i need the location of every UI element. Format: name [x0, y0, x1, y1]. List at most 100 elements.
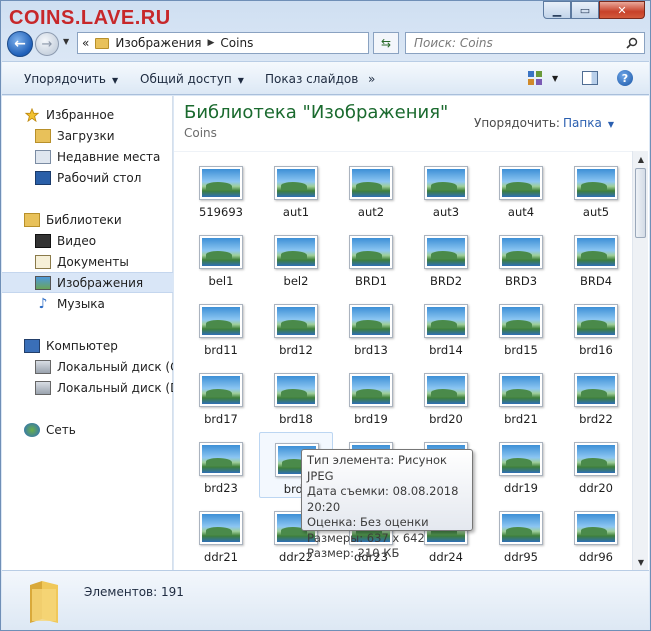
file-item[interactable]: aut5: [559, 156, 632, 222]
slideshow-button[interactable]: Показ слайдов: [265, 72, 358, 86]
file-name: aut1: [282, 205, 310, 219]
thumbnail-picture: [352, 376, 390, 404]
view-options-icon[interactable]: [528, 71, 542, 85]
video-icon: [35, 233, 51, 248]
file-item[interactable]: brd18: [259, 363, 333, 429]
file-item[interactable]: ddr96: [559, 501, 632, 567]
file-item[interactable]: brd20: [409, 363, 483, 429]
chevron-down-icon: ▼: [607, 120, 614, 129]
thumbnail-picture: [352, 169, 390, 197]
file-name: ddr21: [204, 550, 238, 564]
refresh-button[interactable]: ⇆: [373, 32, 399, 54]
file-item[interactable]: brd14: [409, 294, 483, 360]
file-item[interactable]: brd17: [184, 363, 258, 429]
star-icon: [24, 107, 40, 122]
scroll-up-arrow-icon[interactable]: ▲: [633, 151, 649, 167]
file-item[interactable]: brd23: [184, 432, 258, 498]
address-bar[interactable]: « Изображения ▶ Coins: [77, 32, 369, 54]
file-item[interactable]: brd11: [184, 294, 258, 360]
file-item[interactable]: aut4: [484, 156, 558, 222]
file-item[interactable]: ddr95: [484, 501, 558, 567]
address-chevrons[interactable]: «: [82, 36, 89, 50]
nav-favorites[interactable]: Избранное: [2, 104, 173, 125]
close-button[interactable]: ✕: [599, 1, 645, 19]
file-name: ddr19: [504, 481, 538, 495]
nav-documents[interactable]: Документы: [2, 251, 173, 272]
nav-music[interactable]: ♪ Музыка: [2, 293, 173, 314]
file-name: aut2: [357, 205, 385, 219]
file-name: brd23: [204, 481, 238, 495]
nav-local-disk-c[interactable]: Локальный диск (C: [2, 356, 173, 377]
scroll-down-arrow-icon[interactable]: ▼: [633, 554, 649, 570]
image-thumbnail-icon: [274, 166, 318, 200]
file-item[interactable]: BRD1: [334, 225, 408, 291]
back-button[interactable]: ←: [7, 31, 33, 57]
nav-desktop[interactable]: Рабочий стол: [2, 167, 173, 188]
view-dropdown[interactable]: ▼: [552, 74, 558, 83]
file-item[interactable]: 519693: [184, 156, 258, 222]
thumbnail-picture: [202, 307, 240, 335]
minimize-button[interactable]: ▁: [543, 1, 571, 19]
address-row: ← → ▼ « Изображения ▶ Coins ⇆ Поиск: Coi…: [1, 29, 650, 59]
chevron-down-icon: ▼: [237, 76, 244, 85]
file-item[interactable]: brd19: [334, 363, 408, 429]
vertical-scrollbar[interactable]: ▲ ▼: [632, 151, 648, 570]
file-item[interactable]: brd15: [484, 294, 558, 360]
organize-menu[interactable]: Упорядочить ▼: [24, 72, 118, 86]
nav-images[interactable]: Изображения: [2, 272, 173, 293]
image-thumbnail-icon: [424, 166, 468, 200]
file-item[interactable]: ddr21: [184, 501, 258, 567]
share-menu[interactable]: Общий доступ ▼: [140, 72, 244, 86]
file-name: brd14: [429, 343, 463, 357]
file-item[interactable]: ddr19: [484, 432, 558, 498]
nav-network[interactable]: Сеть: [2, 419, 173, 440]
nav-local-disk-d[interactable]: Локальный диск (D: [2, 377, 173, 398]
image-thumbnail-icon: [274, 373, 318, 407]
file-name: ddr96: [579, 550, 613, 564]
images-icon: [35, 275, 51, 290]
file-item[interactable]: BRD4: [559, 225, 632, 291]
nav-recent-places[interactable]: Недавние места: [2, 146, 173, 167]
file-item[interactable]: brd16: [559, 294, 632, 360]
file-item[interactable]: BRD2: [409, 225, 483, 291]
file-item[interactable]: bel2: [259, 225, 333, 291]
breadcrumb-images[interactable]: Изображения: [115, 36, 201, 50]
search-input[interactable]: Поиск: Coins: [405, 32, 645, 54]
nav-computer[interactable]: Компьютер: [2, 335, 173, 356]
file-name: BRD3: [504, 274, 538, 288]
file-item[interactable]: aut2: [334, 156, 408, 222]
file-item[interactable]: ddr20: [559, 432, 632, 498]
file-item[interactable]: brd22: [559, 363, 632, 429]
preview-pane-icon[interactable]: [582, 71, 598, 85]
forward-button[interactable]: →: [35, 32, 59, 56]
image-thumbnail-icon: [274, 235, 318, 269]
file-item[interactable]: aut1: [259, 156, 333, 222]
file-item[interactable]: brd13: [334, 294, 408, 360]
thumbnail-picture: [577, 169, 615, 197]
recent-pages-dropdown[interactable]: ▼: [63, 37, 69, 46]
help-icon[interactable]: ?: [617, 70, 633, 86]
chevron-right-icon[interactable]: ▶: [207, 38, 214, 48]
tooltip-type: Тип элемента: Рисунок JPEG: [307, 453, 447, 483]
nav-label: Недавние места: [57, 149, 161, 164]
title-bar: COINS.LAVE.RU ▁ ▭ ✕: [1, 1, 650, 29]
file-item[interactable]: BRD3: [484, 225, 558, 291]
tooltip-date: Дата съемки: 08.08.2018 20:20: [307, 484, 459, 514]
nav-libraries[interactable]: Библиотеки: [2, 209, 173, 230]
search-icon[interactable]: [626, 37, 638, 49]
file-item[interactable]: aut3: [409, 156, 483, 222]
scroll-thumb[interactable]: [635, 168, 646, 238]
nav-label: Избранное: [46, 107, 115, 122]
file-item[interactable]: bel1: [184, 225, 258, 291]
thumbnail-picture: [577, 238, 615, 266]
more-commands-button[interactable]: »: [368, 72, 375, 86]
breadcrumb-coins[interactable]: Coins: [220, 36, 253, 50]
nav-downloads[interactable]: Загрузки: [2, 125, 173, 146]
thumbnail-picture: [502, 514, 540, 542]
arrange-by-dropdown[interactable]: Папка ▼: [563, 116, 614, 130]
file-item[interactable]: brd12: [259, 294, 333, 360]
nav-video[interactable]: Видео: [2, 230, 173, 251]
file-item[interactable]: brd21: [484, 363, 558, 429]
thumbnail-picture: [277, 238, 315, 266]
maximize-button[interactable]: ▭: [571, 1, 599, 19]
